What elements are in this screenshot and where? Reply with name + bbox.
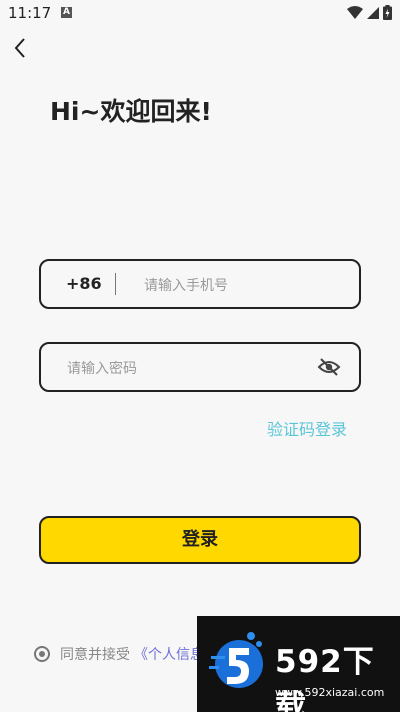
system-icons (347, 5, 392, 20)
watermark: 592下载 www.592xiazai.com (197, 616, 400, 712)
brand-logo-icon (209, 632, 263, 688)
signal-icon (367, 6, 379, 19)
login-button[interactable]: 登录 (39, 516, 361, 564)
country-code-selector[interactable]: +86 (66, 274, 102, 293)
status-bar: 11:17 A (0, 0, 400, 26)
watermark-url: www.592xiazai.com (275, 686, 385, 699)
eye-off-icon[interactable] (317, 357, 341, 377)
privacy-policy-link[interactable]: 《个人信息 (134, 644, 204, 664)
watermark-brand: 592下载 (275, 644, 375, 712)
status-time: 11:17 (8, 4, 52, 22)
page-title: Hi~欢迎回来! (50, 97, 212, 126)
phone-input[interactable]: 请输入手机号 (144, 275, 228, 295)
chevron-left-icon (14, 38, 25, 58)
password-input[interactable]: 请输入密码 (67, 358, 137, 378)
agreement-radio[interactable] (34, 646, 50, 662)
notification-icon: A (61, 7, 72, 18)
agreement-row: 同意并接受 《个人信息 (34, 644, 204, 664)
wifi-icon (347, 5, 363, 19)
agreement-text: 同意并接受 (60, 647, 130, 663)
sms-login-link[interactable]: 验证码登录 (267, 416, 347, 440)
phone-field[interactable]: +86 请输入手机号 (39, 259, 361, 309)
battery-icon (383, 5, 392, 20)
back-button[interactable] (10, 36, 34, 60)
field-divider (115, 273, 116, 295)
password-field[interactable]: 请输入密码 (39, 342, 361, 392)
